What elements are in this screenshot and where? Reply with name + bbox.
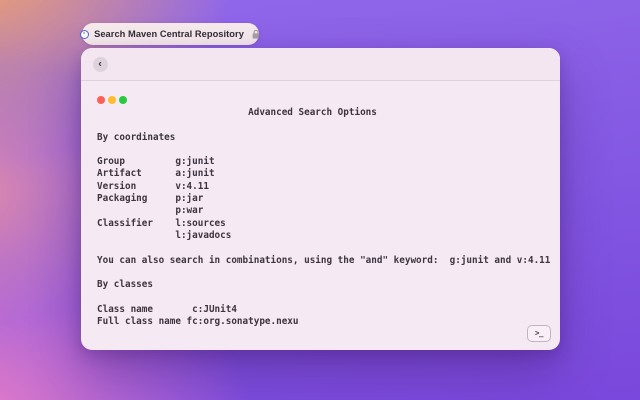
close-button[interactable]	[97, 96, 105, 104]
window-titlebar: ‹	[81, 48, 560, 81]
chevron-left-icon: ‹	[98, 59, 101, 69]
lock-icon	[251, 29, 261, 40]
window-body: Advanced Search Options By coordinates G…	[81, 81, 560, 349]
desktop-background: Search Maven Central Repository ‹ Advanc…	[0, 0, 640, 400]
terminal-run-button[interactable]: >_	[527, 325, 551, 342]
back-button[interactable]: ‹	[93, 57, 108, 72]
terminal-output: Advanced Search Options By coordinates G…	[97, 107, 560, 328]
site-badge-icon	[80, 30, 89, 39]
search-pill-label: Search Maven Central Repository	[94, 29, 244, 39]
terminal-prompt-icon: >_	[535, 329, 543, 337]
traffic-lights	[81, 81, 560, 104]
search-pill[interactable]: Search Maven Central Repository	[82, 23, 259, 45]
zoom-button[interactable]	[119, 96, 127, 104]
app-window: ‹ Advanced Search Options By coordinates…	[81, 48, 560, 350]
minimize-button[interactable]	[108, 96, 116, 104]
